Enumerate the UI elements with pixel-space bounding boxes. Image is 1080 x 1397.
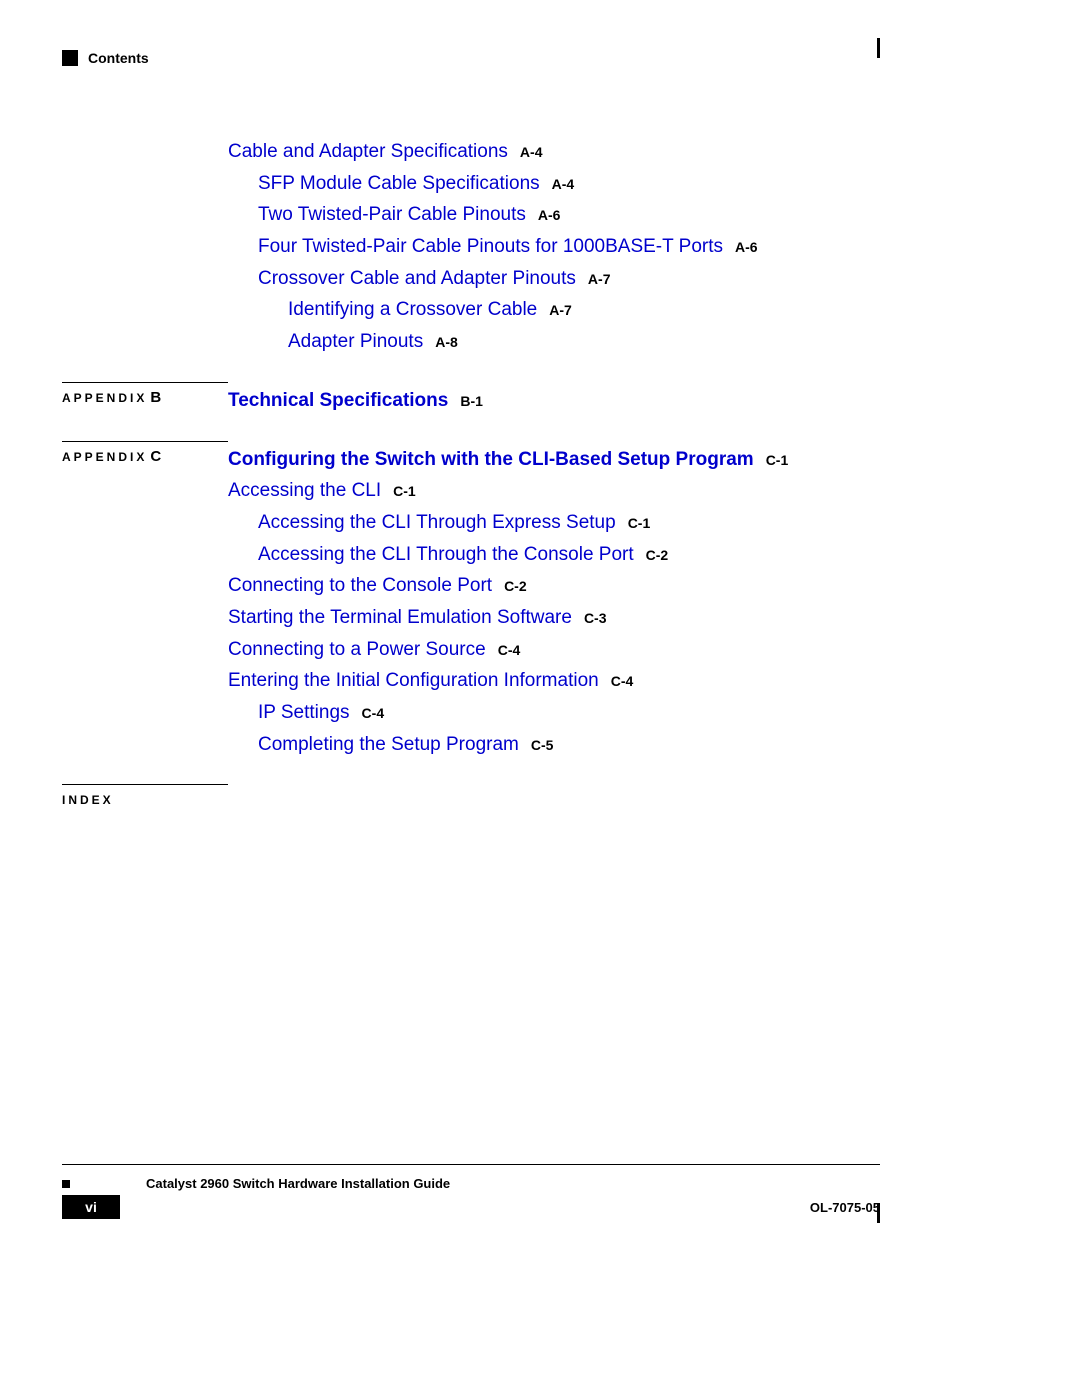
toc-entry: Four Twisted-Pair Cable Pinouts for 1000… — [258, 235, 880, 260]
page-header: Contents — [62, 50, 880, 66]
toc-entry: Configuring the Switch with the CLI-Base… — [228, 448, 880, 473]
section-rule — [62, 784, 228, 785]
toc-entry: Connecting to a Power Source C-4 — [228, 638, 880, 663]
page-number: vi — [62, 1195, 120, 1219]
toc-entry: Connecting to the Console Port C-2 — [228, 574, 880, 599]
toc-link[interactable]: Completing the Setup Program — [258, 734, 519, 755]
toc-pageref: C-4 — [362, 705, 385, 721]
toc-pageref: A-8 — [435, 334, 458, 350]
toc-link[interactable]: Accessing the CLI Through the Console Po… — [258, 544, 634, 565]
toc-link[interactable]: Configuring the Switch with the CLI-Base… — [228, 449, 754, 470]
toc-entry: Cable and Adapter Specifications A-4 — [228, 140, 880, 165]
section-entries: Technical Specifications B-1 — [228, 389, 880, 421]
toc-link[interactable]: Accessing the CLI Through Express Setup — [258, 512, 616, 533]
footer-title: Catalyst 2960 Switch Hardware Installati… — [146, 1176, 450, 1191]
section-label: INDEX — [62, 793, 114, 807]
toc-section: Cable and Adapter SpecificationsA-4SFP M… — [62, 140, 880, 362]
toc-link[interactable]: Starting the Terminal Emulation Software — [228, 607, 572, 628]
toc-content: Cable and Adapter SpecificationsA-4SFP M… — [62, 140, 880, 813]
toc-pageref: A-4 — [552, 176, 575, 192]
header-bullet-icon — [62, 50, 78, 66]
header-text: Contents — [88, 50, 149, 66]
section-label: APPENDIXB — [62, 391, 161, 405]
toc-entry: SFP Module Cable Specifications A-4 — [258, 172, 880, 197]
toc-entry: Two Twisted-Pair Cable Pinouts A-6 — [258, 203, 880, 228]
toc-link[interactable]: Accessing the CLI — [228, 480, 381, 501]
toc-link[interactable]: SFP Module Cable Specifications — [258, 173, 540, 194]
doc-number: OL-7075-05 — [810, 1200, 880, 1215]
toc-pageref: C-3 — [584, 610, 607, 626]
toc-entry: Crossover Cable and Adapter Pinouts A-7 — [258, 267, 880, 292]
toc-pageref: C-4 — [611, 673, 634, 689]
toc-section: INDEX — [62, 791, 880, 809]
toc-entry: Entering the Initial Configuration Infor… — [228, 669, 880, 694]
section-label-cell: INDEX — [62, 791, 228, 809]
toc-pageref: C-2 — [646, 547, 669, 563]
section-label-letter: C — [150, 448, 161, 465]
toc-link[interactable]: Entering the Initial Configuration Infor… — [228, 670, 599, 691]
toc-entry: Completing the Setup Program C-5 — [258, 733, 880, 758]
toc-entry: Adapter Pinouts A-8 — [288, 330, 880, 355]
toc-entry: Identifying a Crossover Cable A-7 — [288, 298, 880, 323]
toc-entry: IP Settings C-4 — [258, 701, 880, 726]
toc-link[interactable]: Two Twisted-Pair Cable Pinouts — [258, 204, 526, 225]
toc-pageref: C-5 — [531, 737, 554, 753]
toc-entry: Starting the Terminal Emulation Software… — [228, 606, 880, 631]
toc-entry: Technical Specifications B-1 — [228, 389, 880, 414]
footer-rule — [62, 1164, 880, 1165]
toc-link[interactable]: Connecting to a Power Source — [228, 639, 486, 660]
toc-link[interactable]: Adapter Pinouts — [288, 331, 423, 352]
toc-entry: Accessing the CLI Through the Console Po… — [258, 543, 880, 568]
toc-link[interactable]: Connecting to the Console Port — [228, 575, 492, 596]
toc-pageref: C-1 — [393, 483, 416, 499]
toc-link[interactable]: Crossover Cable and Adapter Pinouts — [258, 268, 576, 289]
toc-pageref: A-7 — [588, 271, 611, 287]
toc-pageref: C-4 — [498, 642, 521, 658]
toc-pageref: C-1 — [766, 452, 789, 468]
footer-bullet-icon — [62, 1180, 70, 1188]
toc-link[interactable]: IP Settings — [258, 702, 350, 723]
toc-link[interactable]: Cable and Adapter Specifications — [228, 141, 508, 162]
toc-pageref: A-7 — [549, 302, 572, 318]
section-label: APPENDIXC — [62, 450, 161, 464]
toc-pageref: A-6 — [538, 207, 561, 223]
footer-title-row: Catalyst 2960 Switch Hardware Installati… — [62, 1176, 880, 1191]
toc-pageref: B-1 — [460, 393, 483, 409]
toc-entry: Accessing the CLI C-1 — [228, 479, 880, 504]
toc-pageref: C-1 — [628, 515, 651, 531]
section-rule — [62, 382, 228, 383]
section-entries: Cable and Adapter SpecificationsA-4SFP M… — [228, 140, 880, 362]
section-label-cell: APPENDIXB — [62, 389, 228, 407]
toc-link[interactable]: Four Twisted-Pair Cable Pinouts for 1000… — [258, 236, 723, 257]
section-entries: Configuring the Switch with the CLI-Base… — [228, 448, 880, 765]
crop-mark — [877, 1203, 880, 1223]
toc-pageref: A-4 — [520, 144, 543, 160]
toc-link[interactable]: Technical Specifications — [228, 390, 448, 411]
toc-section: APPENDIXC Configuring the Switch with the… — [62, 448, 880, 765]
section-label-letter: B — [150, 389, 161, 406]
toc-link[interactable]: Identifying a Crossover Cable — [288, 299, 537, 320]
section-label-cell: APPENDIXC — [62, 448, 228, 466]
footer-num-row: vi OL-7075-05 — [62, 1195, 880, 1219]
toc-pageref: C-2 — [504, 578, 527, 594]
toc-section: APPENDIXB Technical Specifications B-1 — [62, 389, 880, 421]
toc-entry: Accessing the CLI Through Express Setup C… — [258, 511, 880, 536]
section-rule — [62, 441, 228, 442]
toc-pageref: A-6 — [735, 239, 758, 255]
